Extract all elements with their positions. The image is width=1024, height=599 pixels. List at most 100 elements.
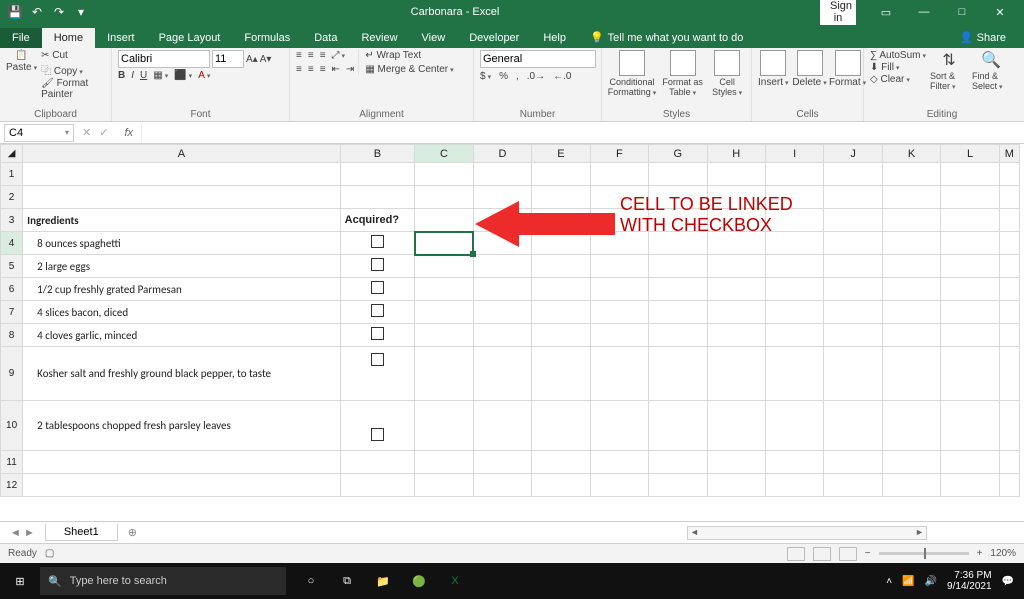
tab-help[interactable]: Help [531,28,578,48]
cell-B4[interactable] [340,232,415,255]
increase-font-icon[interactable]: A▴ [246,54,258,65]
tray-up-icon[interactable]: ˄ [886,576,892,587]
percent-button[interactable]: % [499,71,508,82]
tab-data[interactable]: Data [302,28,349,48]
orientation-button[interactable]: ⤢ [332,50,346,61]
worksheet-grid[interactable]: ◢ A B C D E F G H I J K L M 1 2 3Ingredi… [0,144,1024,521]
checkbox-icon[interactable] [371,353,384,366]
horizontal-scrollbar[interactable] [687,526,927,540]
format-painter-button[interactable]: 🖌 Format Painter [41,78,105,100]
normal-view-icon[interactable] [787,547,805,561]
increase-indent-icon[interactable]: ⇥ [346,64,354,75]
merge-center-button[interactable]: ▦ Merge & Center [365,64,453,75]
cell-A10[interactable]: 2 tablespoons chopped fresh parsley leav… [23,401,340,451]
find-select-button[interactable]: 🔍Find & Select [972,50,1010,91]
checkbox-icon[interactable] [371,281,384,294]
formula-input[interactable] [141,124,1024,142]
font-color-button[interactable]: A [198,70,210,81]
row-header-12[interactable]: 12 [1,474,23,497]
maximize-button[interactable]: □ [944,6,980,18]
col-header-G[interactable]: G [649,145,707,163]
cortana-icon[interactable]: ○ [294,567,328,595]
bold-button[interactable]: B [118,70,125,81]
close-button[interactable]: ✕ [982,6,1018,19]
align-center-icon[interactable]: ≡ [308,64,314,75]
copy-button[interactable]: ⿻ Copy [41,62,105,77]
cell-C4-selected[interactable] [415,232,473,255]
number-format-select[interactable] [480,50,596,68]
tab-home[interactable]: Home [42,28,95,48]
volume-icon[interactable]: 🔊 [925,576,937,587]
comma-button[interactable]: , [516,71,519,82]
add-sheet-button[interactable]: ⊕ [118,526,147,539]
chrome-icon[interactable]: 🟢 [402,567,436,595]
delete-cells-button[interactable]: Delete [793,50,827,88]
cancel-formula-icon[interactable]: ✕ [82,126,91,139]
row-header-9[interactable]: 9 [1,347,23,401]
cell-A4[interactable]: 8 ounces spaghetti [23,232,340,255]
signin-button[interactable]: Sign in [820,0,856,25]
redo-icon[interactable]: ↷ [50,3,68,21]
row-header-7[interactable]: 7 [1,301,23,324]
row-header-1[interactable]: 1 [1,163,23,186]
cell-A6[interactable]: 1/2 cup freshly grated Parmesan [23,278,340,301]
clock-time[interactable]: 7:36 PM [947,570,992,581]
cell-A5[interactable]: 2 large eggs [23,255,340,278]
wifi-icon[interactable]: 📶 [902,576,914,587]
decrease-font-icon[interactable]: A▾ [260,54,272,65]
sheet-nav[interactable]: ◄ ► [0,527,45,539]
align-right-icon[interactable]: ≡ [320,64,326,75]
fill-color-button[interactable]: ⬛ [174,70,192,81]
zoom-slider[interactable] [879,552,969,555]
sheet-tab-sheet1[interactable]: Sheet1 [45,524,118,541]
checkbox-icon[interactable] [371,327,384,340]
clear-button[interactable]: ◇ Clear [870,74,926,85]
row-header-2[interactable]: 2 [1,186,23,209]
excel-icon[interactable]: X [438,567,472,595]
decrease-decimal-icon[interactable]: ←.0 [553,71,571,82]
tell-me[interactable]: 💡 Tell me what you want to do [578,27,755,48]
cell-A9[interactable]: Kosher salt and freshly ground black pep… [23,347,340,401]
align-left-icon[interactable]: ≡ [296,64,302,75]
autosum-button[interactable]: ∑ AutoSum [870,50,926,61]
col-header-H[interactable]: H [707,145,765,163]
cell-A8[interactable]: 4 cloves garlic, minced [23,324,340,347]
zoom-level[interactable]: 120% [990,548,1016,559]
col-header-A[interactable]: A [23,145,340,163]
accounting-button[interactable]: $ [480,71,491,82]
cell-B5[interactable] [340,255,415,278]
col-header-L[interactable]: L [941,145,999,163]
conditional-formatting-button[interactable]: Conditional Formatting [608,50,656,97]
cell-B3[interactable]: Acquired? [340,209,415,232]
italic-button[interactable]: I [131,70,134,81]
align-middle-icon[interactable]: ≡ [308,50,314,61]
col-header-J[interactable]: J [824,145,882,163]
fill-button[interactable]: ⬇ Fill [870,62,926,73]
clock-date[interactable]: 9/14/2021 [947,581,992,592]
col-header-B[interactable]: B [340,145,415,163]
row-header-8[interactable]: 8 [1,324,23,347]
enter-formula-icon[interactable]: ✓ [99,126,108,139]
row-header-10[interactable]: 10 [1,401,23,451]
start-button[interactable]: ⊞ [0,575,40,588]
explorer-icon[interactable]: 📁 [366,567,400,595]
task-view-icon[interactable]: ⧉ [330,567,364,595]
font-size-input[interactable] [212,50,244,68]
minimize-button[interactable]: — [906,6,942,18]
tab-view[interactable]: View [410,28,458,48]
checkbox-icon[interactable] [371,258,384,271]
col-header-F[interactable]: F [590,145,648,163]
fx-icon[interactable]: fx [116,127,141,139]
tab-developer[interactable]: Developer [457,28,531,48]
decrease-indent-icon[interactable]: ⇤ [332,64,340,75]
row-header-6[interactable]: 6 [1,278,23,301]
cell-A3[interactable]: Ingredients [23,209,340,232]
checkbox-icon[interactable] [371,304,384,317]
wrap-text-button[interactable]: ↵ Wrap Text [365,50,453,61]
sort-filter-button[interactable]: ⇅Sort & Filter [930,50,968,91]
cell-B7[interactable] [340,301,415,324]
notifications-icon[interactable]: 💬 [1002,576,1014,587]
save-icon[interactable]: 💾 [6,3,24,21]
tab-file[interactable]: File [0,28,42,48]
taskbar-search[interactable]: 🔍 Type here to search [40,567,286,595]
